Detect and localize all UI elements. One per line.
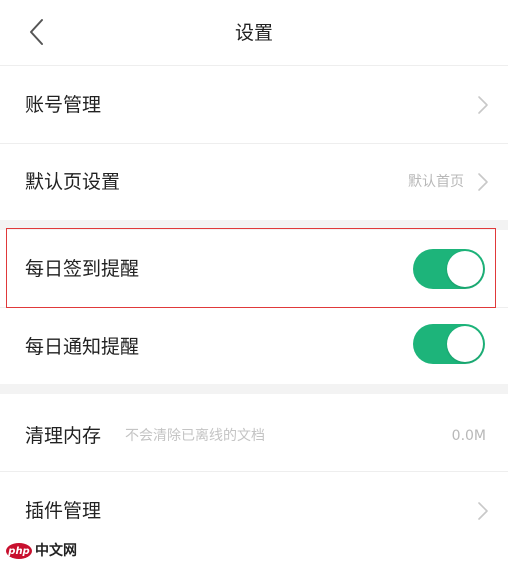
clear-cache-row[interactable]: 清理内存 不会清除已离线的文档 0.0M [0,394,508,471]
account-management-row[interactable]: 账号管理 [0,66,508,143]
default-page-value: 默认首页 [408,174,464,190]
highlight-box [6,228,496,308]
notify-reminder-label: 每日通知提醒 [25,336,140,358]
section-separator [0,384,508,394]
plugin-management-row[interactable]: 插件管理 [0,472,508,548]
watermark-text: 中文网 [35,543,77,559]
settings-screen: 设置 账号管理 默认页设置 默认首页 每日签到提醒 每日通知提醒 清理内存 不会 [0,0,508,561]
clear-cache-hint: 不会清除已离线的文档 [125,428,265,444]
header-bar: 设置 [0,0,508,66]
chevron-right-icon [478,96,488,114]
default-page-label: 默认页设置 [25,171,121,193]
watermark-logo: php 中文网 [6,542,77,560]
account-management-label: 账号管理 [25,94,102,116]
default-page-row[interactable]: 默认页设置 默认首页 [0,144,508,220]
toggle-knob [447,326,483,362]
plugin-management-label: 插件管理 [25,500,102,522]
watermark-badge: php [6,543,32,559]
chevron-right-icon [478,502,488,520]
chevron-right-icon [478,173,488,191]
page-title: 设置 [234,22,273,44]
clear-cache-label: 清理内存 [25,425,102,447]
notify-reminder-row: 每日通知提醒 [0,308,508,384]
notify-reminder-toggle[interactable] [413,324,485,364]
cache-size-value: 0.0M [451,428,486,444]
